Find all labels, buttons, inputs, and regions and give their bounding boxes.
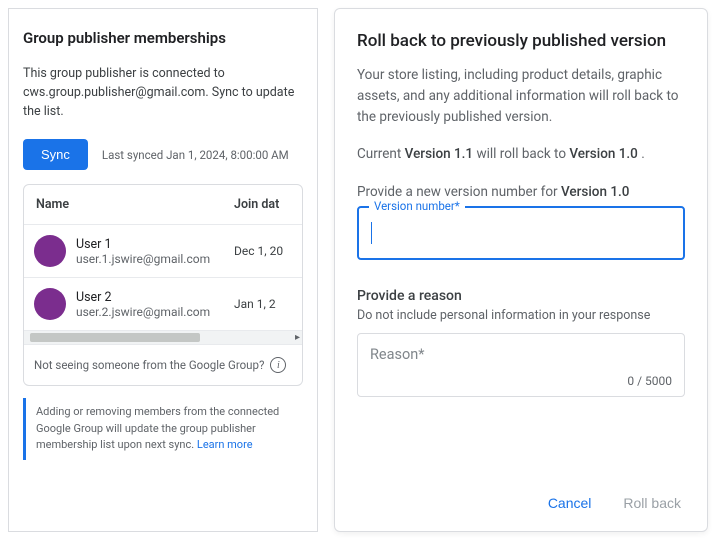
period: . — [641, 146, 645, 162]
will-roll-back-text: will roll back to — [476, 146, 569, 162]
sync-button[interactable]: Sync — [23, 139, 88, 170]
dialog-title: Roll back to previously published versio… — [357, 31, 685, 51]
rollback-dialog: Roll back to previously published versio… — [334, 8, 708, 532]
not-seeing-row: Not seeing someone from the Google Group… — [24, 345, 302, 385]
cancel-button[interactable]: Cancel — [544, 489, 596, 517]
user-email: user.2.jswire@gmail.com — [76, 305, 234, 319]
column-name: Name — [34, 197, 234, 212]
table-row[interactable]: User 2 user.2.jswire@gmail.com Jan 1, 2 — [24, 278, 302, 331]
column-join-date: Join dat — [234, 197, 292, 212]
provide-version-target: Version 1.0 — [561, 184, 629, 200]
table-row[interactable]: User 1 user.1.jswire@gmail.com Dec 1, 20 — [24, 225, 302, 278]
reason-placeholder: Reason* — [370, 346, 425, 363]
join-date: Jan 1, 2 — [234, 297, 292, 311]
footer-note: Adding or removing members from the conn… — [23, 398, 303, 460]
learn-more-link[interactable]: Learn more — [197, 438, 253, 451]
user-name: User 1 — [76, 237, 234, 252]
members-table: Name Join dat User 1 user.1.jswire@gmail… — [23, 184, 303, 386]
panel-description: This group publisher is connected to cws… — [23, 65, 303, 121]
char-count: 0 / 5000 — [627, 374, 672, 388]
scrollbar-thumb[interactable] — [30, 333, 200, 342]
user-info: User 1 user.1.jswire@gmail.com — [76, 237, 234, 266]
group-memberships-panel: Group publisher memberships This group p… — [8, 8, 318, 532]
sync-row: Sync Last synced Jan 1, 2024, 8:00:00 AM — [23, 139, 303, 170]
current-label: Current — [357, 146, 405, 162]
reason-textarea[interactable]: Reason* 0 / 5000 — [357, 333, 685, 397]
version-number-input[interactable] — [359, 208, 683, 258]
join-date: Dec 1, 20 — [234, 244, 292, 258]
table-header: Name Join dat — [24, 185, 302, 225]
scroll-right-icon[interactable]: ▸ — [295, 332, 300, 343]
not-seeing-text: Not seeing someone from the Google Group… — [34, 358, 264, 372]
text-caret — [371, 222, 372, 244]
provide-version-prefix: Provide a new version number for — [357, 184, 561, 200]
reason-subtext: Do not include personal information in y… — [357, 308, 685, 323]
version-number-floating-label: Version number* — [369, 199, 465, 213]
user-name: User 2 — [76, 290, 234, 305]
user-email: user.1.jswire@gmail.com — [76, 252, 234, 266]
target-version: Version 1.0 — [569, 146, 637, 162]
horizontal-scrollbar[interactable]: ▸ — [24, 331, 302, 345]
current-version: Version 1.1 — [405, 146, 473, 162]
provide-version-label: Provide a new version number for Version… — [357, 184, 685, 200]
dialog-actions: Cancel Roll back — [357, 469, 685, 517]
info-icon[interactable]: i — [270, 357, 286, 373]
version-summary-line: Current Version 1.1 will roll back to Ve… — [357, 146, 685, 162]
avatar — [34, 288, 66, 320]
version-number-field[interactable]: Version number* — [357, 206, 685, 260]
dialog-description: Your store listing, including product de… — [357, 65, 685, 128]
panel-title: Group publisher memberships — [23, 29, 303, 47]
reason-heading: Provide a reason — [357, 288, 685, 304]
last-synced-text: Last synced Jan 1, 2024, 8:00:00 AM — [102, 148, 289, 162]
avatar — [34, 235, 66, 267]
rollback-button[interactable]: Roll back — [619, 489, 685, 517]
user-info: User 2 user.2.jswire@gmail.com — [76, 290, 234, 319]
